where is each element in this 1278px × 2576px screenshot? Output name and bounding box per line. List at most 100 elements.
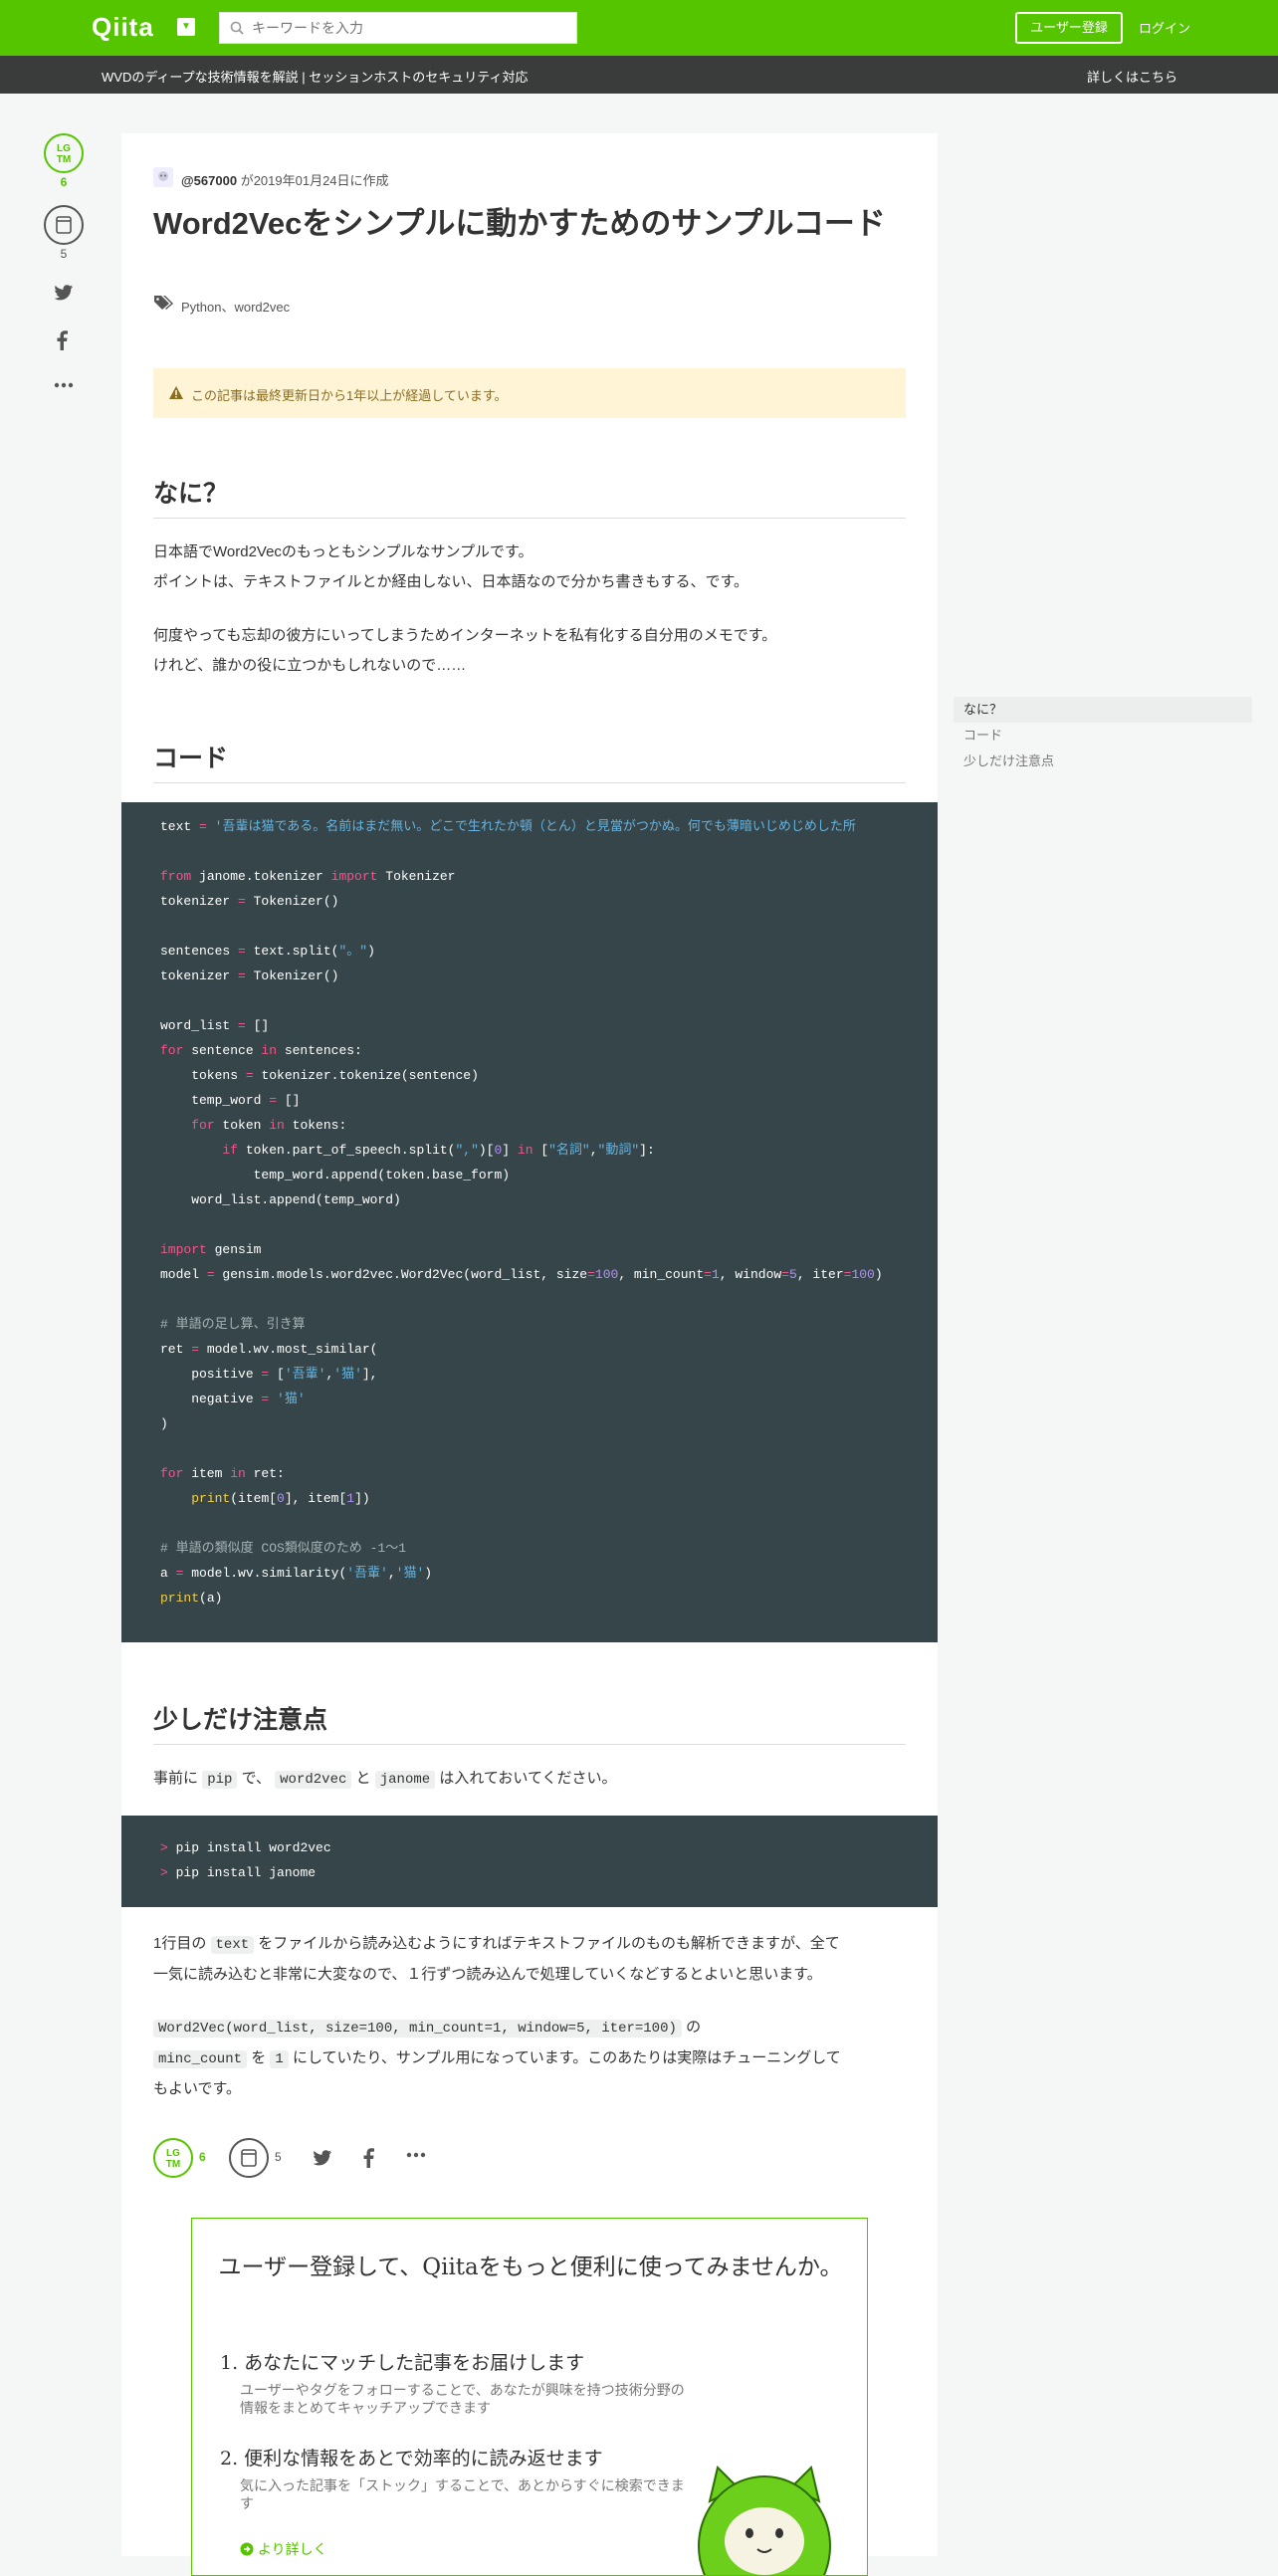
signup-benefit-1: 1. あなたにマッチした記事をお届けします ユーザーやタグをフォローすることで、… [220, 2348, 688, 2417]
warning-icon [169, 386, 183, 399]
code-line: for token in tokens: [191, 1118, 347, 1133]
stock-icon [56, 216, 72, 234]
paragraph-text: 一気に読み込むと非常に大変なので、１行ずつ読み込んで処理していくなどするとよいと… [153, 1966, 822, 1983]
lgtm-count: 6 [60, 175, 68, 189]
intro-line-1: 日本語でWord2Vecのもっともシンプルなサンプルです。 [153, 543, 533, 560]
paragraph-text: をファイルから読み込むようにすればテキストファイルのものも解析できますが、全て [258, 1935, 840, 1952]
shell-command: pip install janome [175, 1865, 317, 1880]
signup-title: ユーザー登録して、Qiitaをもっと便利に使ってみませんか。 [218, 2254, 843, 2280]
article: @567000 が2019年01月24日に作成 Word2Vecをシンプルに動か… [121, 133, 938, 2576]
qiita-logo[interactable]: Qiita [92, 12, 154, 43]
twitter-icon[interactable] [54, 285, 74, 301]
intro-paragraph: 日本語でWord2Vecのもっともシンプルなサンプルです。 ポイントは、テキスト… [153, 537, 906, 597]
stock-button[interactable] [229, 2138, 269, 2178]
code-line: model = gensim.models.word2vec.Word2Vec(… [160, 1267, 883, 1282]
note-text: は入れておいてください。 [439, 1770, 617, 1787]
paragraph-text: 1行目の [153, 1935, 207, 1952]
search-input[interactable] [252, 17, 570, 39]
params-paragraph: Word2Vec(word_list, size=100, min_count=… [153, 2013, 906, 2104]
more-icon[interactable] [54, 382, 74, 388]
stock-count: 5 [60, 247, 68, 261]
avatar[interactable] [153, 167, 173, 187]
code-line: tokenizer = Tokenizer() [160, 894, 339, 909]
more-icon[interactable] [406, 2152, 426, 2158]
inline-code-word2vec: word2vec [275, 1771, 352, 1789]
inline-code-text: text [210, 1936, 255, 1954]
intro-line-2: ポイントは、テキストファイルとか経由しない、日本語なので分かち書きもする、です。 [153, 573, 749, 590]
stock-button[interactable] [44, 205, 84, 245]
code-line: if token.part_of_speech.split(",")[0] in… [222, 1143, 655, 1158]
announcement-text[interactable]: WVDのディープな技術情報を解説 | セッションホストのセキュリティ対応 [102, 67, 528, 86]
facebook-icon[interactable] [362, 2148, 374, 2168]
code-line: a = model.wv.similarity('吾輩','猫') [160, 1566, 433, 1581]
benefit-title: 2. 便利な情報をあとで効率的に読み返せます [220, 2448, 603, 2469]
code-line: temp_word.append(token.base_form) [160, 1168, 511, 1182]
top-navigation-bar: Qiita ▼ ユーザー登録 ログイン [0, 0, 1278, 56]
code-line: ) [160, 1416, 168, 1431]
code-line: negative = '猫' [160, 1392, 306, 1406]
inline-code-one: 1 [270, 2050, 289, 2068]
code-line: print(item[0], item[1]) [191, 1491, 370, 1506]
inline-code-word2vec-call: Word2Vec(word_list, size=100, min_count=… [153, 2020, 682, 2038]
tag-icon [154, 296, 173, 310]
toc-item-code[interactable]: コード [954, 723, 1252, 749]
stock-count: 5 [275, 2150, 282, 2164]
facebook-icon[interactable] [56, 330, 68, 350]
lgtm-button[interactable]: LG TM [153, 2138, 193, 2178]
tag-list[interactable]: Python、word2vec [181, 297, 290, 316]
search-box[interactable] [219, 12, 577, 44]
code-line: word_list = [] [160, 1018, 270, 1033]
paragraph-text: もよいです。 [153, 2080, 242, 2097]
paragraph-text: を [251, 2049, 267, 2066]
toc-item-what[interactable]: なに？ [954, 697, 1252, 723]
signup-benefit-2: 2. 便利な情報をあとで効率的に読み返せます 気に入った記事を「ストック」するこ… [220, 2444, 688, 2512]
code-line: from janome.tokenizer import Tokenizer [160, 869, 456, 884]
table-of-contents: なに？ コード 少しだけ注意点 [954, 697, 1252, 774]
toc-item-note[interactable]: 少しだけ注意点 [954, 749, 1252, 774]
heading-code: コード [153, 739, 906, 783]
bottom-action-bar: LG TM 6 5 [153, 2136, 551, 2180]
register-button[interactable]: ユーザー登録 [1015, 12, 1123, 44]
code-line: word_list.append(temp_word) [160, 1192, 401, 1207]
python-code-block[interactable]: text = '吾輩は猫である。名前はまだ無い。どこで生れたか頓（とん）と見當が… [121, 802, 938, 1642]
memo-line-2: けれど、誰かの役に立つかもしれないので…… [153, 657, 467, 674]
inline-code-janome: janome [374, 1771, 436, 1789]
code-line: for item in ret: [160, 1466, 285, 1481]
learn-more-link[interactable]: より詳しく [240, 2539, 327, 2559]
shell-line: > pip install word2vec [160, 1840, 331, 1855]
shell-line: > pip install janome [160, 1865, 317, 1880]
shell-code-block[interactable]: > pip install word2vec > pip install jan… [121, 1816, 938, 1907]
author-name[interactable]: @567000 [181, 173, 237, 188]
note-text: 事前に [153, 1770, 199, 1787]
inline-code-pip: pip [202, 1771, 238, 1789]
code-line: tokens = tokenizer.tokenize(sentence) [160, 1068, 479, 1083]
code-line: # 単語の足し算、引き算 [160, 1317, 306, 1332]
code-line: text = '吾輩は猫である。名前はまだ無い。どこで生れたか頓（とん）と見當が… [160, 819, 856, 834]
login-link[interactable]: ログイン [1139, 18, 1190, 37]
benefit-description: 気に入った記事を「ストック」することで、あとからすぐに検索できます [240, 2477, 685, 2511]
code-line: sentences = text.split("。") [160, 944, 375, 959]
paragraph-text: にしていたり、サンプル用になっています。このあたりは実際はチューニングして [292, 2049, 841, 2066]
twitter-icon[interactable] [313, 2150, 332, 2166]
signup-promo: ユーザー登録して、Qiitaをもっと便利に使ってみませんか。 1. あなたにマッ… [191, 2218, 868, 2576]
code-line: temp_word = [] [160, 1093, 301, 1108]
lgtm-button[interactable]: LG TM [44, 133, 84, 173]
code-line: print(a) [160, 1591, 223, 1606]
announcement-bar: WVDのディープな技術情報を解説 | セッションホストのセキュリティ対応 詳しく… [0, 56, 1278, 94]
created-date: が2019年01月24日に作成 [240, 173, 389, 188]
heading-note: 少しだけ注意点 [153, 1700, 906, 1745]
chevron-down-icon[interactable]: ▼ [177, 18, 195, 36]
note-paragraph: 事前に pip で、 word2vec と janome は入れておいてください… [153, 1764, 906, 1795]
code-line: for sentence in sentences: [160, 1043, 362, 1058]
code-line: tokenizer = Tokenizer() [160, 968, 339, 983]
memo-paragraph: 何度やっても忘却の彼方にいってしまうためインターネットを私有化する自分用のメモで… [153, 621, 906, 681]
announcement-link[interactable]: 詳しくはこちら [1087, 67, 1177, 86]
mascot-illustration [698, 2466, 831, 2575]
article-title: Word2Vecをシンプルに動かすためのサンプルコード [153, 206, 886, 241]
